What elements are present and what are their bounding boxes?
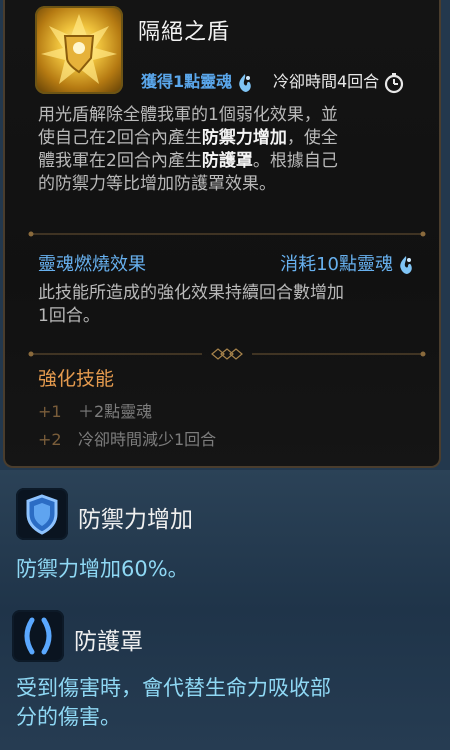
cooldown: 冷卻時間4回合	[273, 68, 405, 94]
clock-icon	[383, 72, 405, 94]
buff-desc-barrier: 受到傷害時，會代替生命力吸收部 分的傷害。	[16, 674, 331, 732]
enhance-level: +2	[38, 430, 62, 449]
burn-desc-line: 1回合。	[38, 306, 100, 326]
buff-desc-line: 防禦力增加60%。	[16, 557, 189, 581]
soul-flame-icon	[236, 73, 254, 93]
buff-desc-line: 分的傷害。	[16, 705, 121, 729]
enhance-text: ＋2點靈魂	[78, 402, 153, 421]
soul-gain-text: 獲得1點靈魂	[141, 72, 233, 91]
enhance-text: 冷卻時間減少1回合	[78, 430, 217, 449]
buff-name-defense-up: 防禦力增加	[78, 507, 193, 533]
enhance-skill-title: 強化技能	[38, 368, 115, 390]
desc-line: 用光盾解除全體我軍的1個弱化效果，並	[38, 105, 338, 125]
desc-line: 體我軍在2回合內產生防護罩。根據自己	[38, 151, 338, 171]
golden-shield-skill-icon	[35, 6, 123, 94]
soul-gain: 獲得1點靈魂	[141, 68, 254, 93]
enhance-level: +1	[38, 402, 62, 421]
burn-desc-line: 此技能所造成的強化效果持續回合數增加	[38, 283, 344, 303]
desc-line: 的防禦力等比增加防護罩效果。	[38, 174, 276, 194]
soul-burn-description: 此技能所造成的強化效果持續回合數增加 1回合。	[38, 282, 428, 328]
soul-flame-icon	[397, 255, 415, 275]
buff-desc-line: 受到傷害時，會代替生命力吸收部	[16, 676, 331, 700]
soul-burn-label: 靈魂燃燒效果	[38, 254, 146, 275]
desc-line: 使自己在2回合內產生防禦力增加，使全	[38, 128, 338, 148]
soul-burn-cost-text: 消耗10點靈魂	[280, 254, 393, 275]
buff-details-section: 防禦力增加 防禦力增加60%。 防護罩 受到傷害時，會代替生命力吸收部 分的傷害…	[0, 470, 450, 750]
barrier-keyword: 防護罩	[201, 151, 253, 171]
buff-name-barrier: 防護罩	[74, 629, 143, 655]
defense-up-keyword: 防禦力增加	[201, 128, 287, 148]
buff-desc-defense-up: 防禦力增加60%。	[16, 555, 189, 584]
skill-description: 用光盾解除全體我軍的1個弱化效果，並 使自己在2回合內產生防禦力增加，使全 體我…	[38, 104, 426, 196]
cooldown-text: 冷卻時間4回合	[273, 72, 380, 91]
section-divider	[27, 225, 427, 237]
skill-title: 隔絕之盾	[138, 20, 231, 45]
soul-burn-cost: 消耗10點靈魂	[280, 250, 415, 276]
enhance-item: +1 ＋2點靈魂	[38, 398, 152, 422]
barrier-icon	[12, 610, 64, 662]
skill-tooltip-panel: 隔絕之盾 獲得1點靈魂 冷卻時間4回合 用光盾解除全體我軍的1個弱化效果，並 使…	[3, 0, 441, 468]
ornate-divider	[27, 345, 427, 360]
enhance-item: +2 冷卻時間減少1回合	[38, 426, 216, 450]
shield-icon	[16, 488, 68, 540]
